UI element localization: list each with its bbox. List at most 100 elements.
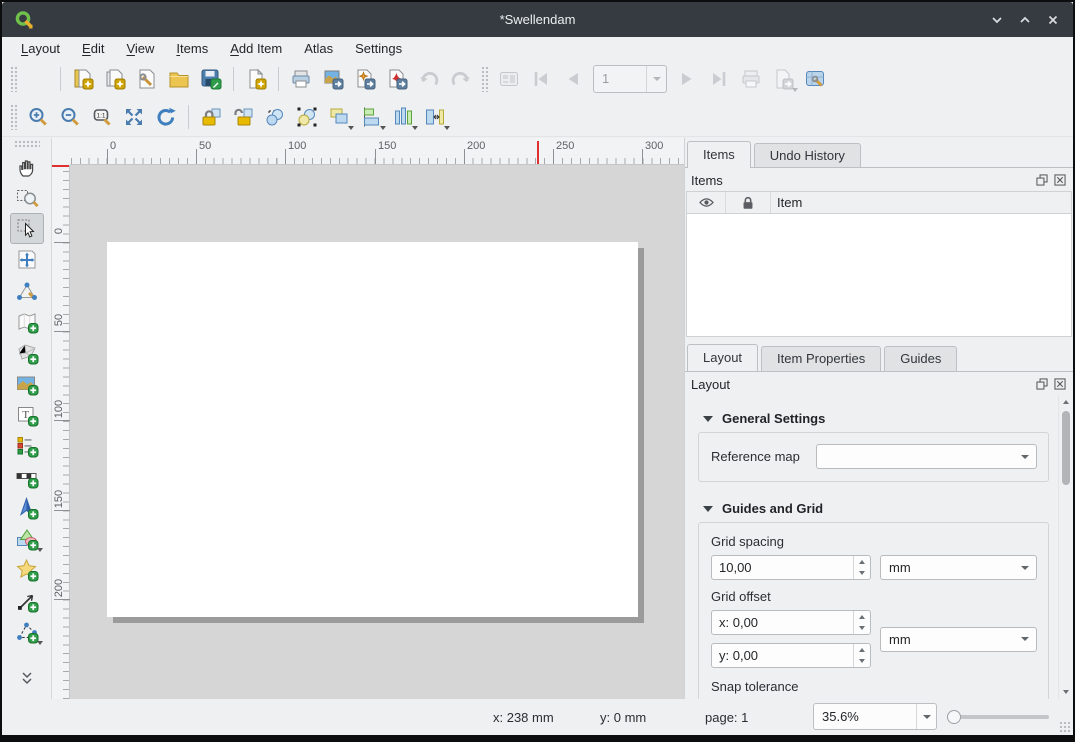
atlas-settings-button[interactable] bbox=[800, 64, 830, 94]
add-label-button[interactable]: T bbox=[10, 399, 44, 430]
open-layout-button[interactable] bbox=[164, 64, 194, 94]
menu-layout[interactable]: Layout bbox=[10, 39, 71, 58]
zoom-level-combobox[interactable] bbox=[813, 703, 937, 730]
print-atlas-button[interactable] bbox=[736, 64, 766, 94]
maximize-button[interactable] bbox=[1015, 10, 1035, 30]
previous-feature-button[interactable] bbox=[558, 64, 588, 94]
edit-nodes-item-button[interactable] bbox=[10, 275, 44, 306]
new-layout-button[interactable] bbox=[68, 64, 98, 94]
close-panel-icon[interactable] bbox=[1052, 377, 1067, 392]
menu-add-item[interactable]: Add Item bbox=[219, 39, 293, 58]
undo-button[interactable] bbox=[414, 64, 444, 94]
spin-up-icon[interactable] bbox=[854, 644, 870, 656]
export-as-pdf-button[interactable] bbox=[382, 64, 412, 94]
chevron-down-icon[interactable] bbox=[916, 704, 936, 729]
items-tree-body[interactable] bbox=[687, 214, 1071, 336]
spin-down-icon[interactable] bbox=[854, 656, 870, 668]
pan-layout-button[interactable] bbox=[10, 151, 44, 182]
scrollbar-thumb[interactable] bbox=[1062, 411, 1070, 485]
add-shape-button[interactable] bbox=[10, 523, 44, 554]
tab-layout[interactable]: Layout bbox=[687, 344, 758, 371]
add-3d-map-button[interactable] bbox=[10, 337, 44, 368]
print-layout-button[interactable] bbox=[286, 64, 316, 94]
zoom-actual-size-button[interactable]: 1:1 bbox=[87, 102, 117, 132]
next-feature-button[interactable] bbox=[672, 64, 702, 94]
horizontal-ruler[interactable]: 0 50 100 150 200 250 300 bbox=[52, 138, 684, 165]
grid-spacing-spinbox[interactable] bbox=[711, 555, 871, 580]
toolbar-handle[interactable] bbox=[10, 66, 18, 92]
spin-down-icon[interactable] bbox=[854, 623, 870, 635]
menu-items[interactable]: Items bbox=[165, 39, 219, 58]
scroll-up-icon[interactable] bbox=[1059, 395, 1072, 409]
grid-offset-y-spinbox[interactable] bbox=[711, 643, 871, 668]
guides-and-grid-section[interactable]: Guides and Grid bbox=[703, 501, 1049, 516]
vertical-ruler[interactable]: 0 50 100 150 200 bbox=[52, 165, 70, 699]
preview-atlas-button[interactable] bbox=[494, 64, 524, 94]
add-pages-button[interactable] bbox=[241, 64, 271, 94]
add-node-item-button[interactable] bbox=[10, 616, 44, 647]
zoom-slider-handle[interactable] bbox=[947, 710, 961, 724]
save-layout-button[interactable] bbox=[23, 64, 53, 94]
toolbox-overflow-button[interactable] bbox=[10, 662, 44, 693]
add-marker-button[interactable] bbox=[10, 554, 44, 585]
visibility-column-header[interactable] bbox=[687, 192, 726, 213]
item-column-header[interactable]: Item bbox=[771, 192, 1071, 213]
add-scalebar-button[interactable] bbox=[10, 461, 44, 492]
ungroup-items-button[interactable] bbox=[292, 102, 322, 132]
distribute-items-button[interactable] bbox=[388, 102, 418, 132]
grid-spacing-unit-select[interactable]: mm bbox=[880, 555, 1037, 580]
move-item-content-button[interactable] bbox=[10, 244, 44, 275]
duplicate-layout-button[interactable] bbox=[100, 64, 130, 94]
spin-up-icon[interactable] bbox=[854, 611, 870, 623]
lock-selected-items-button[interactable] bbox=[196, 102, 226, 132]
save-as-template-button[interactable] bbox=[196, 64, 226, 94]
zoom-in-button[interactable] bbox=[23, 102, 53, 132]
tab-guides[interactable]: Guides bbox=[884, 346, 957, 371]
export-as-image-button[interactable] bbox=[318, 64, 348, 94]
menu-edit[interactable]: Edit bbox=[71, 39, 115, 58]
reference-map-select[interactable] bbox=[816, 444, 1037, 469]
spin-down-icon[interactable] bbox=[854, 568, 870, 580]
tab-item-properties[interactable]: Item Properties bbox=[761, 346, 881, 371]
raise-selected-items-button[interactable] bbox=[324, 102, 354, 132]
zoom-tool-button[interactable] bbox=[10, 182, 44, 213]
close-panel-icon[interactable] bbox=[1052, 173, 1067, 188]
spin-up-icon[interactable] bbox=[854, 556, 870, 568]
resize-grip[interactable] bbox=[1059, 721, 1071, 733]
redo-button[interactable] bbox=[446, 64, 476, 94]
toolbar-handle[interactable] bbox=[481, 66, 489, 92]
last-feature-button[interactable] bbox=[704, 64, 734, 94]
lock-column-header[interactable] bbox=[726, 192, 771, 213]
grid-offset-x-spinbox[interactable] bbox=[711, 610, 871, 635]
select-move-item-button[interactable] bbox=[10, 213, 44, 244]
export-as-svg-button[interactable] bbox=[350, 64, 380, 94]
align-selected-items-button[interactable] bbox=[356, 102, 386, 132]
add-picture-button[interactable] bbox=[10, 368, 44, 399]
grid-offset-unit-select[interactable]: mm bbox=[880, 627, 1037, 652]
items-tree[interactable]: Item bbox=[686, 191, 1072, 337]
float-panel-icon[interactable] bbox=[1034, 173, 1049, 188]
group-items-button[interactable] bbox=[260, 102, 290, 132]
refresh-view-button[interactable] bbox=[151, 102, 181, 132]
layout-page[interactable] bbox=[107, 242, 638, 617]
tab-items[interactable]: Items bbox=[687, 141, 751, 168]
resize-items-button[interactable] bbox=[420, 102, 450, 132]
general-settings-section[interactable]: General Settings bbox=[703, 411, 1049, 426]
layout-manager-button[interactable] bbox=[132, 64, 162, 94]
add-north-arrow-button[interactable] bbox=[10, 492, 44, 523]
close-button[interactable] bbox=[1043, 10, 1063, 30]
toolbar-handle[interactable] bbox=[10, 104, 18, 130]
menu-view[interactable]: View bbox=[115, 39, 165, 58]
zoom-out-button[interactable] bbox=[55, 102, 85, 132]
unlock-all-items-button[interactable] bbox=[228, 102, 258, 132]
zoom-full-button[interactable] bbox=[119, 102, 149, 132]
add-map-button[interactable] bbox=[10, 306, 44, 337]
chevron-down-icon[interactable] bbox=[646, 66, 666, 92]
atlas-feature-combobox[interactable] bbox=[593, 65, 667, 93]
minimize-button[interactable] bbox=[987, 10, 1007, 30]
add-arrow-button[interactable] bbox=[10, 585, 44, 616]
menu-atlas[interactable]: Atlas bbox=[293, 39, 344, 58]
menu-settings[interactable]: Settings bbox=[344, 39, 413, 58]
add-legend-button[interactable] bbox=[10, 430, 44, 461]
first-feature-button[interactable] bbox=[526, 64, 556, 94]
